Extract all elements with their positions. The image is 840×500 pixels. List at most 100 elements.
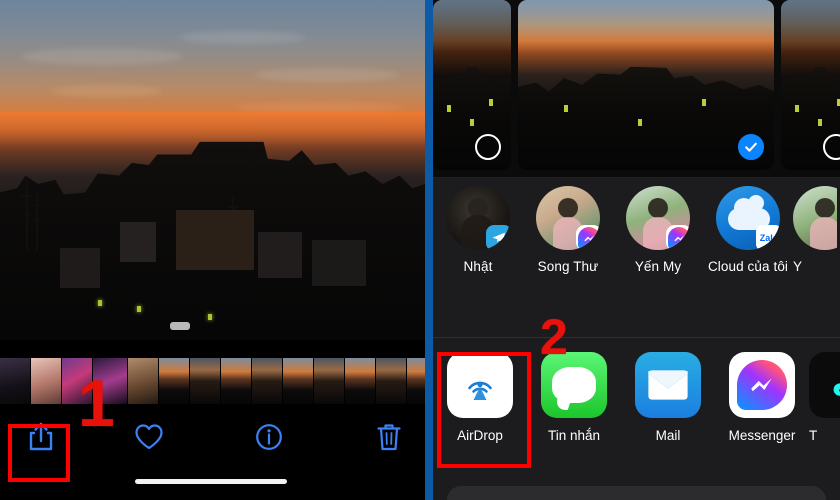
preview-lit-window <box>489 98 494 106</box>
avatar-head <box>648 197 668 218</box>
avatar <box>446 186 510 250</box>
divider-line <box>433 177 840 178</box>
favorite-button[interactable] <box>122 412 176 466</box>
preview-lit-window <box>469 119 474 126</box>
photo-thumbnail[interactable] <box>128 358 158 404</box>
avatar-body <box>810 216 837 250</box>
lit-window <box>98 300 102 306</box>
preview-sky <box>433 0 511 51</box>
share-contact-5[interactable]: Y <box>793 186 837 274</box>
preview-lit-window <box>702 98 707 106</box>
share-photo-preview[interactable] <box>518 0 774 170</box>
selection-circle[interactable] <box>475 134 501 160</box>
highlight-box-airdrop <box>437 352 531 468</box>
tiktok-glyph <box>833 383 840 396</box>
telegram-badge-icon <box>486 225 510 250</box>
share-actions-sheet[interactable] <box>447 486 826 500</box>
avatar <box>536 186 600 250</box>
annotation-step-1: 1 <box>78 366 115 440</box>
app-label: T <box>809 428 818 443</box>
contact-label: Yến My <box>634 259 682 274</box>
preview-lit-window <box>817 119 822 126</box>
delete-button[interactable] <box>362 412 416 466</box>
suggested-contacts-row[interactable]: Nhật Song Thư Yến My Zalo Cloud của tôi Y <box>433 186 840 331</box>
power-pylon <box>21 180 33 250</box>
share-app-t[interactable]: T <box>809 352 840 443</box>
preview-sky <box>518 0 774 51</box>
building <box>312 240 366 286</box>
building <box>60 248 100 288</box>
app-label: Mail <box>655 428 681 443</box>
share-contact-3[interactable]: Yến My <box>613 186 703 274</box>
heart-icon <box>134 423 164 456</box>
photo-thumbnail-strip[interactable] <box>0 358 425 404</box>
contact-label: Nhật <box>463 259 493 274</box>
mail-glyph <box>647 370 689 400</box>
avatar-head <box>815 197 835 218</box>
share-preview-row[interactable] <box>433 0 840 178</box>
messages-glyph <box>552 367 596 403</box>
photo-thumbnail[interactable] <box>283 358 313 404</box>
share-photo-preview[interactable] <box>781 0 840 170</box>
contact-label: Song Thư <box>537 259 599 274</box>
panel-divider <box>425 0 433 500</box>
home-indicator[interactable] <box>135 479 287 484</box>
messenger-badge-icon <box>576 225 600 250</box>
contact-label: Y <box>793 259 803 274</box>
building <box>176 210 254 270</box>
messenger-glyph <box>578 227 600 249</box>
messenger-glyph <box>668 227 690 249</box>
avatar: Zalo <box>716 186 780 250</box>
power-pylon <box>31 192 43 250</box>
photo-thumbnail[interactable] <box>376 358 406 404</box>
photo-thumbnail[interactable] <box>221 358 251 404</box>
check-icon <box>745 142 757 152</box>
tiktok-icon <box>809 352 840 418</box>
building <box>258 232 302 278</box>
share-app-messenger[interactable]: Messenger <box>715 352 809 443</box>
info-icon <box>255 423 283 456</box>
selection-checkmark[interactable] <box>738 134 764 160</box>
messenger-icon <box>729 352 795 418</box>
app-label: Messenger <box>728 428 796 443</box>
photo-thumbnail[interactable] <box>345 358 375 404</box>
photo-thumbnail[interactable] <box>314 358 344 404</box>
photo-thumbnail[interactable] <box>190 358 220 404</box>
cloud-streak <box>21 47 183 65</box>
highlight-box-share <box>8 424 70 482</box>
share-app-tin-nhắn[interactable]: Tin nhắn <box>527 352 621 443</box>
avatar <box>626 186 690 250</box>
photo-detail-image[interactable] <box>0 0 425 340</box>
trash-icon <box>376 422 402 457</box>
lit-window <box>137 306 141 312</box>
preview-lit-window <box>447 105 452 113</box>
share-contact-4[interactable]: Zalo Cloud của tôi <box>703 186 793 274</box>
photo-thumbnail[interactable] <box>0 358 30 404</box>
photo-thumbnail[interactable] <box>252 358 282 404</box>
photo-thumbnail[interactable] <box>407 358 425 404</box>
avatar-head <box>558 197 578 218</box>
photo-thumbnail[interactable] <box>31 358 61 404</box>
share-photo-preview[interactable] <box>433 0 511 170</box>
share-contact-2[interactable]: Song Thư <box>523 186 613 274</box>
mail-icon <box>635 352 701 418</box>
annotation-step-2: 2 <box>540 309 568 365</box>
cloud-streak <box>51 85 162 97</box>
photo-thumbnail[interactable] <box>159 358 189 404</box>
share-contact-1[interactable]: Nhật <box>433 186 523 274</box>
preview-lit-window <box>564 105 569 113</box>
info-button[interactable] <box>242 412 296 466</box>
cloud-streak <box>178 30 306 45</box>
preview-sky <box>781 0 840 51</box>
parked-car <box>170 322 190 330</box>
cloud-streak <box>255 68 400 82</box>
preview-lit-window <box>795 105 800 113</box>
avatar <box>793 186 837 250</box>
screenshot-root: 1 Nhật Song Thư Yến My Zalo Cloud của tôi Y A… <box>0 0 840 500</box>
preview-lit-window <box>638 119 643 126</box>
divider-line <box>433 337 840 338</box>
contact-label: Cloud của tôi <box>707 259 789 274</box>
messenger-badge-icon <box>666 225 690 250</box>
share-app-mail[interactable]: Mail <box>621 352 715 443</box>
zalo-badge-icon: Zalo <box>756 225 780 250</box>
